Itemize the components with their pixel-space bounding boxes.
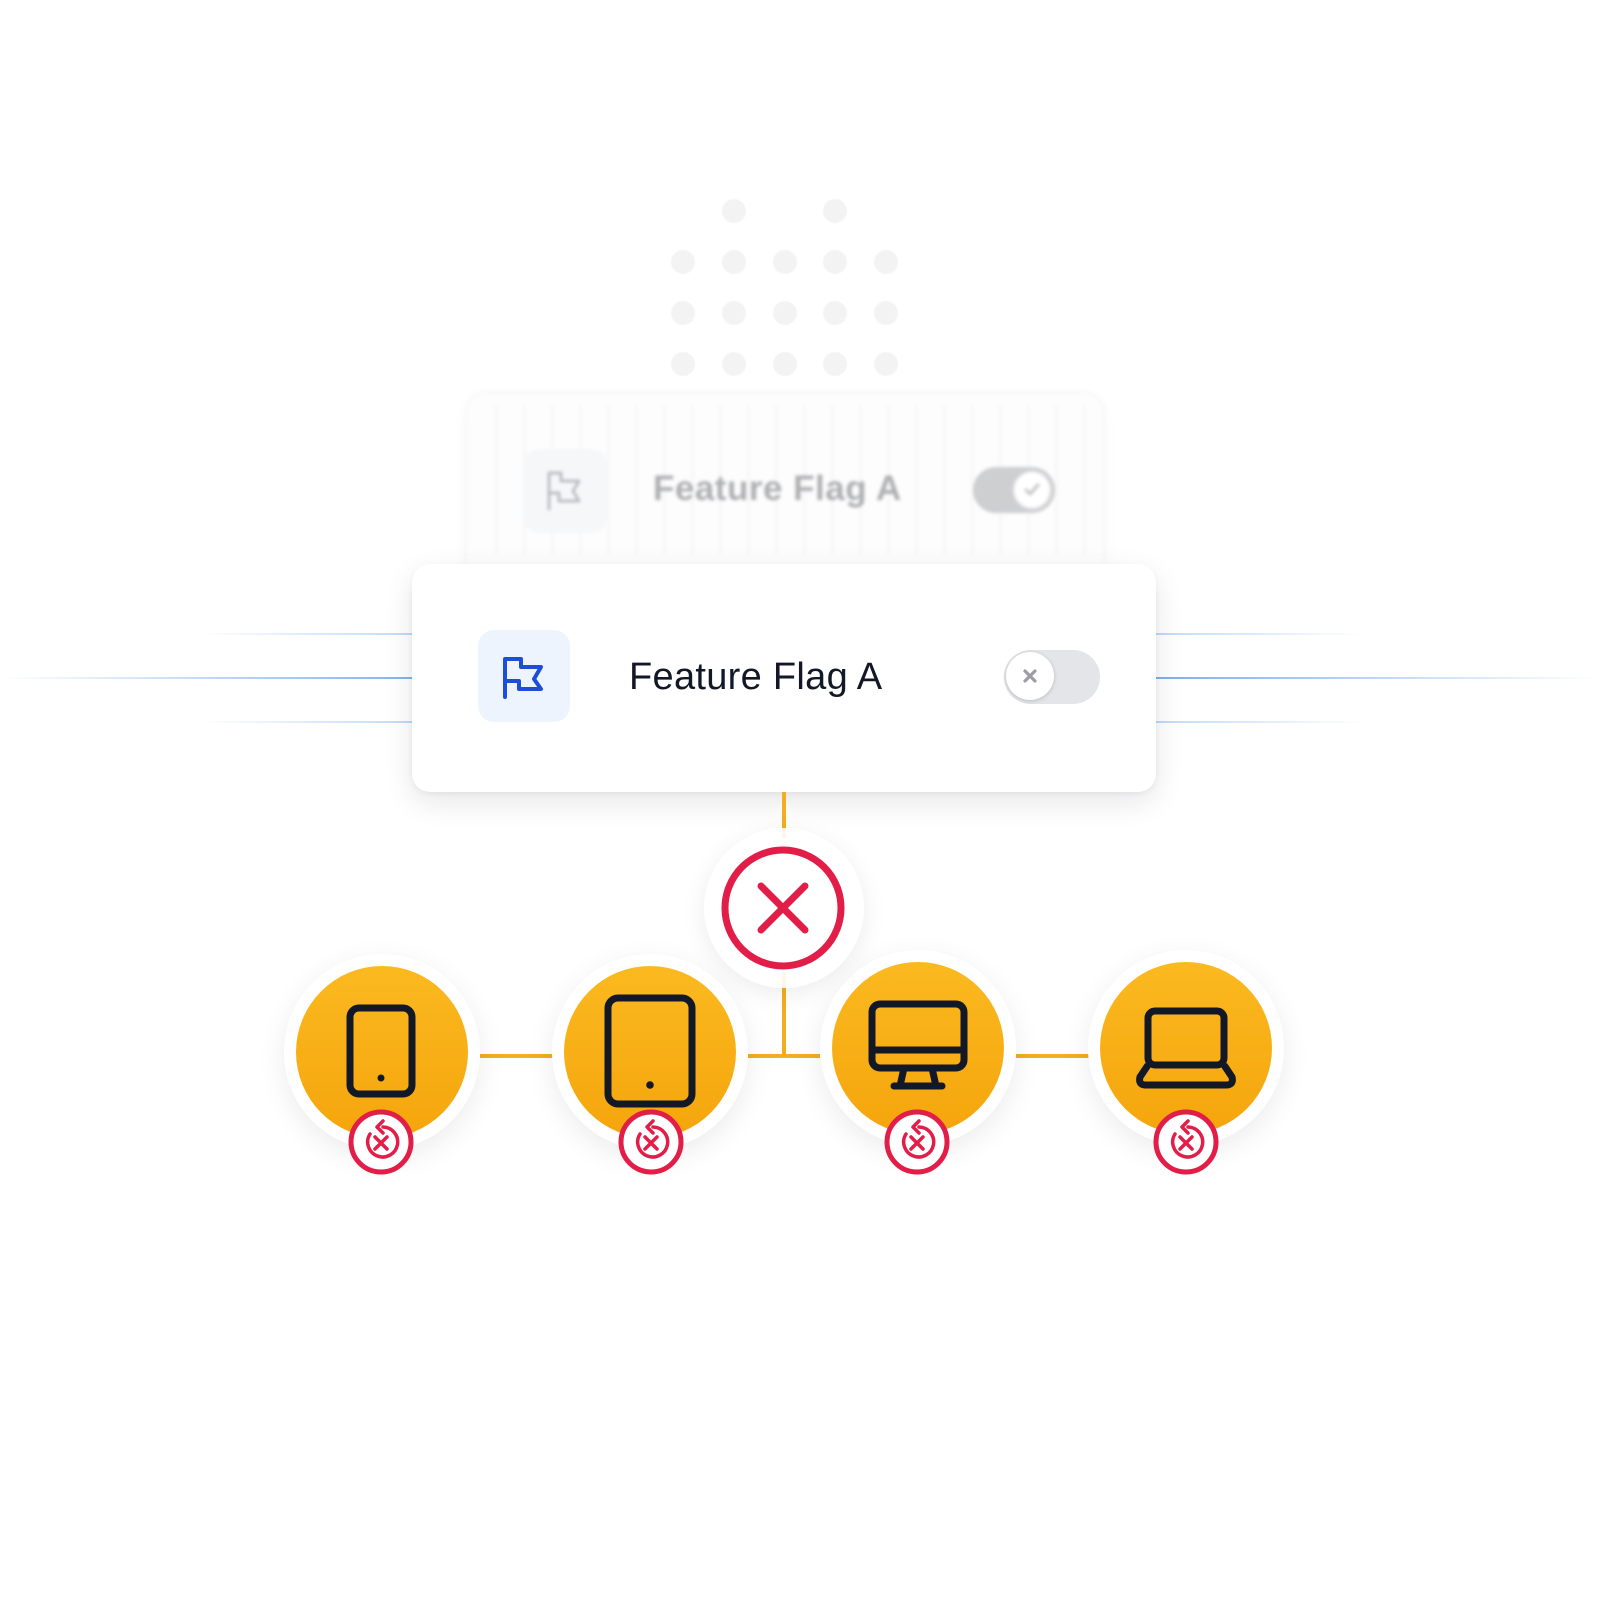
rollback-x-icon: [884, 1109, 950, 1175]
previous-flag-toggle: [973, 467, 1055, 513]
rollback-x-icon: [348, 1109, 414, 1175]
flag-icon: [503, 657, 543, 699]
previous-flag-title: Feature Flag A: [653, 469, 902, 508]
connector-line: [748, 1054, 820, 1058]
dot: [722, 301, 746, 325]
guide-line: [1156, 721, 1366, 723]
tablet-icon: [604, 994, 696, 1108]
guide-line: [1156, 677, 1600, 679]
dot: [671, 301, 695, 325]
guide-line: [200, 721, 412, 723]
guide-line: [200, 633, 412, 635]
x-circle-icon: [721, 846, 845, 970]
flag-icon-box: [523, 449, 607, 533]
dot: [773, 352, 797, 376]
flag-icon: [547, 471, 581, 511]
dot: [823, 250, 847, 274]
dot: [823, 199, 847, 223]
flag-icon-box: [478, 630, 570, 722]
dot: [671, 352, 695, 376]
check-icon: [1024, 483, 1040, 496]
feature-flag-toggle[interactable]: [1004, 650, 1100, 704]
guide-line: [0, 677, 412, 679]
feature-flag-card: Feature Flag A: [412, 564, 1156, 792]
dot: [874, 301, 898, 325]
x-icon: [1023, 669, 1037, 683]
dot: [874, 250, 898, 274]
dot: [773, 301, 797, 325]
dot: [722, 352, 746, 376]
rollback-x-icon: [618, 1109, 684, 1175]
dot: [773, 250, 797, 274]
dot: [823, 301, 847, 325]
dot: [722, 250, 746, 274]
laptop-icon: [1136, 1007, 1236, 1089]
dot: [874, 352, 898, 376]
feature-flag-title: Feature Flag A: [629, 656, 883, 698]
guide-line: [1156, 633, 1366, 635]
dot: [671, 250, 695, 274]
toggle-knob: [1012, 470, 1052, 510]
dot: [823, 352, 847, 376]
smartphone-icon: [346, 1004, 416, 1098]
connector-line: [480, 1054, 554, 1058]
desktop-icon: [868, 1000, 968, 1090]
rollback-x-icon: [1153, 1109, 1219, 1175]
connector-line: [1016, 1054, 1090, 1058]
toggle-knob: [1006, 652, 1054, 700]
dot: [722, 199, 746, 223]
